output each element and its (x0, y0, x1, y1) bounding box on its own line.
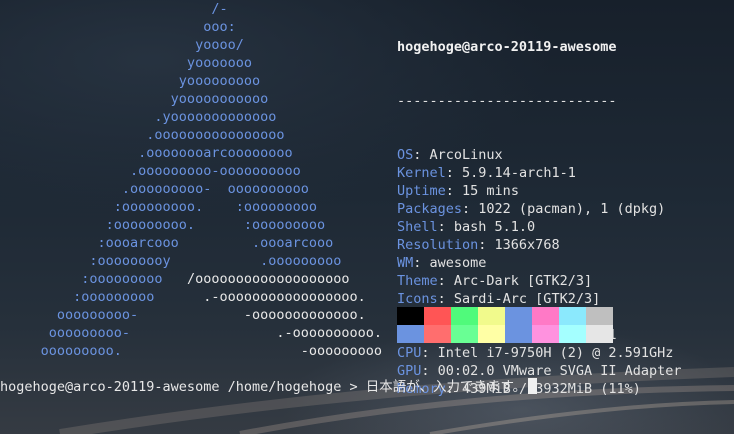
palette-swatch (532, 325, 559, 343)
ascii-logo-line: .ooooooooo-oooooooooo (0, 163, 301, 179)
info-colon: : (437, 219, 454, 235)
palette-swatch (478, 307, 505, 325)
ascii-logo-line: :ooooooooo. :ooooooooo (0, 199, 317, 215)
info-row: OS: ArcoLinux (397, 146, 682, 164)
ascii-logo-line: .oooooooarcoooooooo (0, 145, 293, 161)
ascii-logo-line: yoooo/ (0, 37, 244, 53)
info-value: 15 mins (462, 183, 519, 199)
info-key: Kernel (397, 165, 446, 181)
info-value: 1366x768 (494, 237, 560, 253)
palette-swatch (532, 307, 559, 325)
ascii-logo-line: yooooooooooo (0, 91, 269, 107)
info-colon: : (478, 237, 495, 253)
info-row: WM: awesome (397, 254, 682, 272)
palette-swatch (505, 307, 532, 325)
info-value: 5.9.14-arch1-1 (462, 165, 576, 181)
info-key: Resolution (397, 237, 479, 253)
palette-swatch (478, 325, 505, 343)
info-value: 1022 (pacman), 1 (dpkg) (478, 201, 666, 217)
ascii-logo-line: .ooooooooo- oooooooooo (0, 181, 309, 197)
ascii-logo-line: .oooooooooooooooo (0, 127, 285, 143)
info-key: Uptime (397, 183, 446, 199)
info-colon: : (462, 201, 479, 217)
info-rows: OS: ArcoLinux Kernel: 5.9.14-arch1-1 Uptim… (397, 146, 682, 398)
info-row: CPU: Intel i7-9750H (2) @ 2.591GHz (397, 344, 682, 362)
ascii-logo-line: :ooooooooy .ooooooooo (0, 253, 342, 269)
ascii-logo-line: .yooooooooooooo (0, 109, 277, 125)
info-key: Icons (397, 291, 438, 307)
info-row: Kernel: 5.9.14-arch1-1 (397, 164, 682, 182)
info-key: Shell (397, 219, 438, 235)
info-colon: : (421, 345, 438, 361)
ascii-logo-line: ooooooooo- -ooooooooooooo. (0, 307, 366, 323)
info-value: ArcoLinux (429, 147, 503, 163)
info-key: Packages (397, 201, 463, 217)
info-colon: : (445, 183, 463, 199)
color-palette (397, 307, 613, 343)
info-colon: : (421, 363, 438, 379)
info-value: Intel i7-9750H (2) @ 2.591GHz (437, 345, 674, 361)
info-colon: : (413, 255, 430, 271)
ascii-logo-line: yooooooooo (0, 73, 261, 89)
palette-swatch (559, 325, 586, 343)
ascii-logo-line: /- (0, 1, 228, 17)
info-key: CPU (397, 345, 422, 361)
palette-swatch (505, 325, 532, 343)
info-colon: : (445, 165, 463, 181)
prompt-text: hogehoge@arco-20119-awesome /home/hogeho… (0, 379, 527, 395)
palette-swatch (424, 307, 451, 325)
info-key: GPU (397, 363, 422, 379)
info-colon: : (413, 147, 430, 163)
info-row: Packages: 1022 (pacman), 1 (dpkg) (397, 200, 682, 218)
info-value: Sardi-Arc [GTK2/3] (453, 291, 601, 307)
ascii-logo-line: ooooooooo. -ooooooooo (0, 343, 383, 359)
info-value: awesome (429, 255, 487, 271)
shell-prompt[interactable]: hogehoge@arco-20119-awesome /home/hogeho… (0, 378, 538, 396)
info-key: OS (397, 147, 414, 163)
info-row: Theme: Arc-Dark [GTK2/3] (397, 272, 682, 290)
user-host-title: hogehoge@arco-20119-awesome (397, 39, 617, 55)
ascii-logo-line: :ooooooooo /ooooooooooooooooooo (0, 271, 350, 287)
info-value: 00:02.0 VMware SVGA II Adapter (437, 363, 682, 379)
info-colon: : (437, 273, 454, 289)
palette-swatch (397, 325, 424, 343)
palette-swatch (451, 307, 478, 325)
palette-swatch (397, 307, 424, 325)
ascii-logo-line: :ooooooooo .-ooooooooooooooooo. (0, 289, 366, 305)
text-cursor (528, 378, 538, 394)
info-key: WM (397, 255, 414, 271)
info-row: Uptime: 15 mins (397, 182, 682, 200)
info-row: Icons: Sardi-Arc [GTK2/3] (397, 290, 682, 308)
arco-ascii-logo: /- ooo: yoooo/ yooooooo yooooooooo yoooo… (0, 0, 382, 360)
info-value: bash 5.1.0 (453, 219, 536, 235)
title-separator: --------------------------- (397, 93, 617, 109)
palette-swatch (559, 307, 586, 325)
palette-swatch (586, 307, 613, 325)
info-value: Arc-Dark [GTK2/3] (453, 273, 593, 289)
info-colon: : (437, 291, 454, 307)
ascii-logo-line: :ooooooooo. :ooooooooo (0, 217, 326, 233)
palette-swatch (586, 325, 613, 343)
palette-swatch (424, 325, 451, 343)
palette-swatch (451, 325, 478, 343)
ascii-logo-line: ooooooooo- .-oooooooooo. (0, 325, 383, 341)
neofetch-info: hogehoge@arco-20119-awesome ------------… (397, 2, 682, 416)
info-row: Shell: bash 5.1.0 (397, 218, 682, 236)
info-row: Resolution: 1366x768 (397, 236, 682, 254)
ascii-logo-line: ooo: (0, 19, 236, 35)
ascii-logo-line: yooooooo (0, 55, 252, 71)
info-key: Theme (397, 273, 438, 289)
ascii-logo-line: :oooarcooo .oooarcooo (0, 235, 334, 251)
